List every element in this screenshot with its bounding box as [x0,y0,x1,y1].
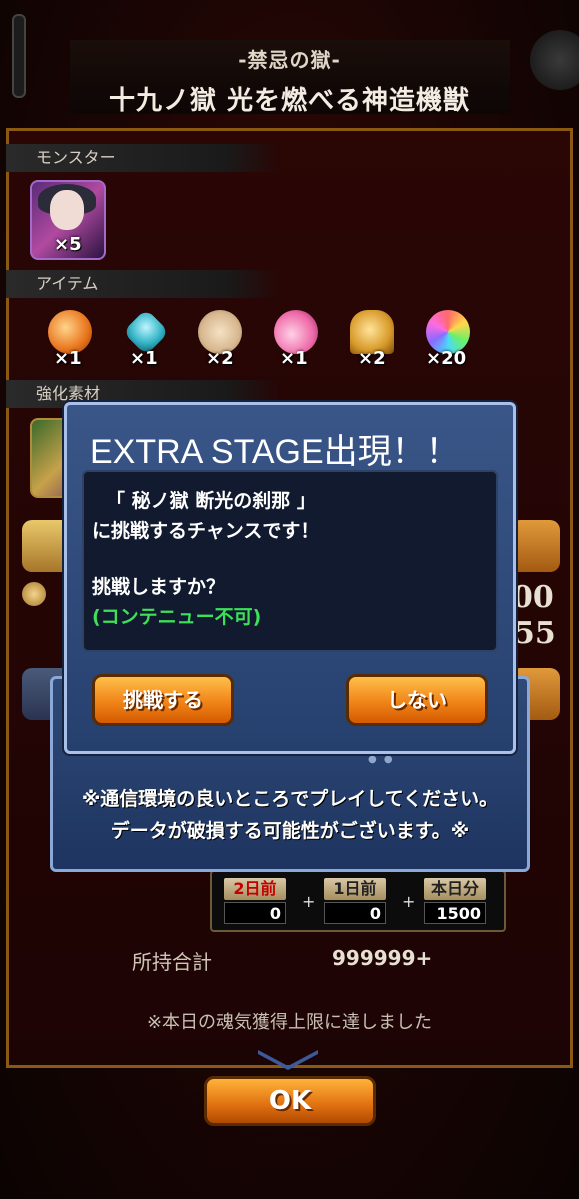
notice-line-2: データが破損する可能性がございます。※ [110,820,470,842]
dialog-line-1: 「 秘ノ獄 断光の刹那 」 [106,490,316,512]
soul-col-value: 1500 [424,902,486,924]
dialog-line-4: (コンテニュー不可) [92,606,262,628]
dialog-title: EXTRA STAGE出現！！ [90,433,460,471]
item-slot-1[interactable]: ×1 [48,310,92,369]
limit-note: ※本日の魂気獲得上限に達しました [146,1012,433,1033]
accept-challenge-button[interactable]: 挑戦する [92,674,234,726]
bg-number-b: 55 [514,616,556,651]
coin-small-icon [22,582,46,606]
section-label-monster: モンスター [6,144,281,172]
bg-number-a: 00 [512,580,554,615]
item-qty: ×2 [206,348,234,369]
dialog-message-box: 「 秘ノ獄 断光の刹那 」 に挑戦するチャンスです！ 挑戦しますか？ (コンテニ… [82,470,498,652]
item-slot-2[interactable]: ×1 [122,308,170,369]
soul-col-label: 1日前 [324,878,386,900]
item-slot-3[interactable]: ×2 [198,310,242,369]
item-qty: ×20 [426,348,467,369]
soul-table: 2日前 0 + 1日前 0 + 本日分 1500 [210,870,506,932]
item-qty: ×1 [130,348,158,369]
dialog-line-3: 挑戦しますか？ [92,576,226,598]
monster-thumbnail[interactable]: ×5 [30,180,106,260]
ok-button[interactable]: OK [204,1076,376,1126]
soul-col-value: 0 [324,902,386,924]
soul-col-label: 本日分 [424,878,486,900]
chevron-down-icon [258,1050,318,1070]
total-label: 所持合計 [132,950,212,974]
quest-subtitle: -禁忌の獄- [238,48,341,72]
soul-col-value: 0 [224,902,286,924]
dialog-line-2: に挑戦するチャンスです！ [92,520,320,542]
section-label-item: アイテム [6,270,281,298]
page-dots: ● ● [368,754,395,765]
quest-title: 十九ノ獄 光を燃べる神造機獣 [108,86,471,116]
item-slot-4[interactable]: ×1 [274,310,318,369]
soul-plus: + [302,892,316,911]
side-button[interactable] [510,520,560,572]
soul-plus: + [402,892,416,911]
total-value: 999999+ [332,946,433,970]
notice-line-1: ※通信環境の良いところでプレイしてください。 [81,788,499,810]
item-qty: ×2 [358,348,386,369]
soul-col-label: 2日前 [224,878,286,900]
notice-text: ※通信環境の良いところでプレイしてください。 データが破損する可能性がございます… [53,783,527,847]
item-qty: ×1 [280,348,308,369]
item-slot-6[interactable]: ×20 [426,310,470,369]
item-slot-5[interactable]: ×2 [350,310,394,369]
item-qty: ×1 [54,348,82,369]
monster-qty: ×5 [54,234,82,255]
monster-face [50,190,84,230]
decline-button[interactable]: しない [346,674,488,726]
